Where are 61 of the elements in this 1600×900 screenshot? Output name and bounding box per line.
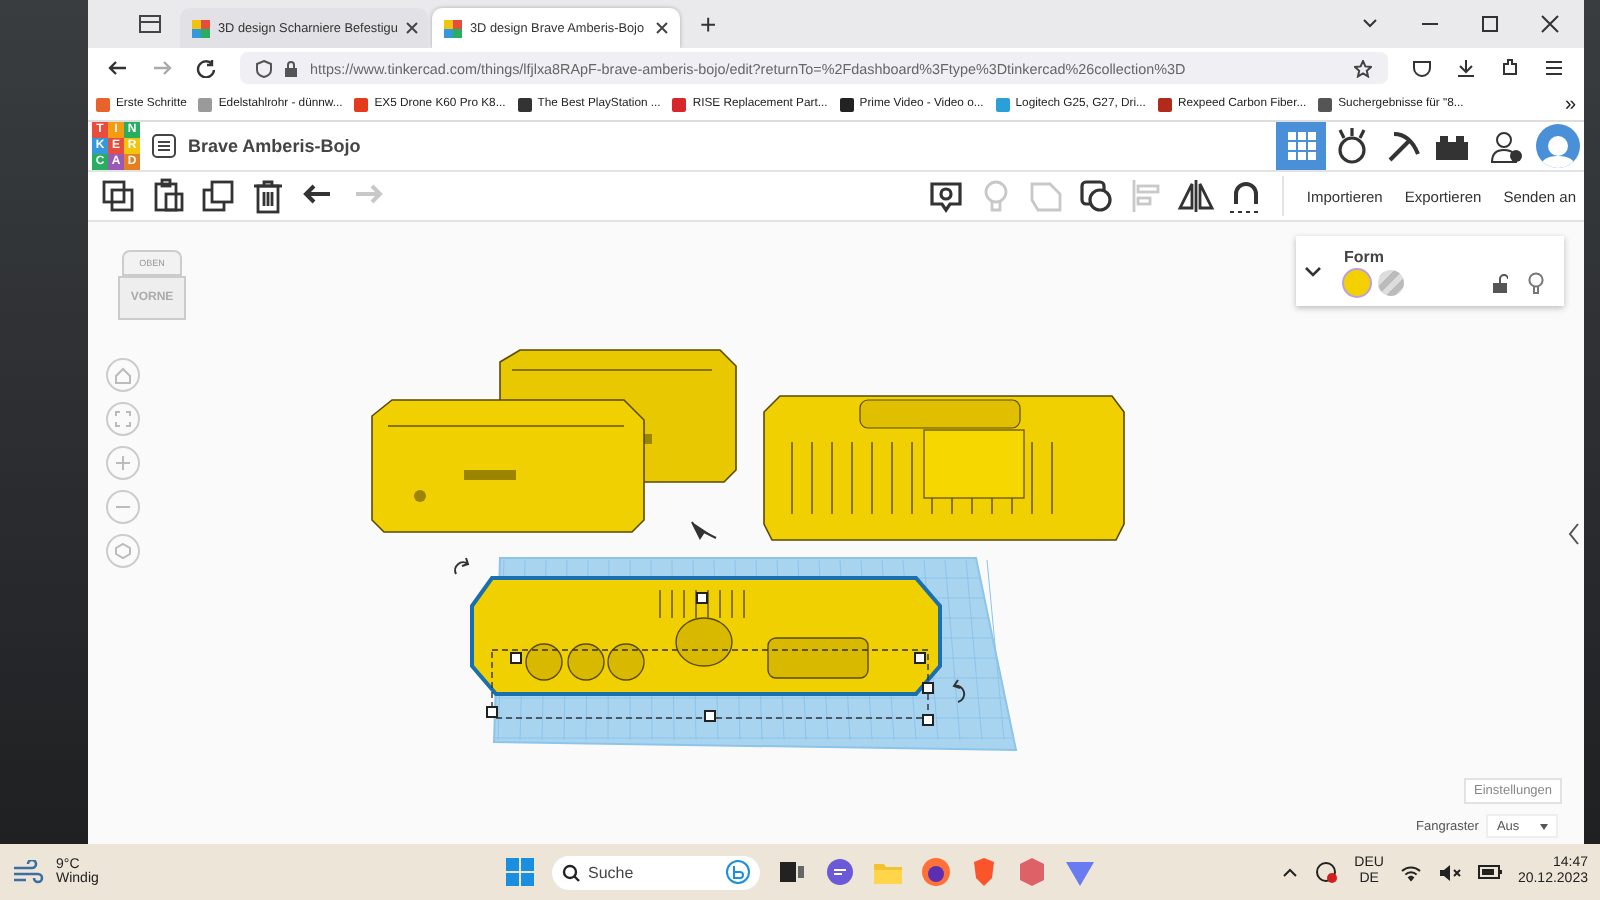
star-icon[interactable] [1354,59,1372,77]
cube-app-icon[interactable] [1016,856,1048,888]
shield-icon [256,59,272,77]
chevron-up-icon[interactable] [1282,866,1299,878]
close-tab-icon[interactable] [405,22,418,34]
copy-icon [98,176,138,216]
mirror-button[interactable] [1174,174,1219,218]
sync-icon[interactable] [1314,860,1339,884]
triangle-app-icon[interactable] [1064,856,1096,888]
menu-icon[interactable] [1544,58,1564,78]
panel-title: Form [1344,247,1386,265]
avatar-icon[interactable] [1536,124,1580,168]
plus-icon [114,454,132,472]
firefox-icon[interactable] [920,856,952,888]
windows-start-icon[interactable] [504,856,536,888]
taskbar-search-field[interactable]: Suche [552,855,760,889]
resize-handle[interactable] [696,592,708,604]
resize-handle[interactable] [486,706,498,718]
download-icon[interactable] [1456,58,1476,78]
maximize-icon[interactable] [1480,14,1500,34]
fit-corners-icon [114,410,132,428]
resize-handle[interactable] [914,652,926,664]
close-icon[interactable] [1540,14,1560,34]
battery-icon[interactable] [1477,864,1502,880]
wind-icon[interactable] [12,860,44,884]
brave-icon[interactable] [968,856,1000,888]
delete-icon [248,176,288,216]
dropdown-caret-icon [1540,823,1549,829]
padlock-icon[interactable] [1492,274,1508,294]
lock-icon [284,59,298,77]
reload-icon[interactable] [196,58,216,78]
wifi-icon[interactable] [1399,863,1422,881]
resize-handle[interactable] [510,652,522,664]
collapse-chevron-icon[interactable] [1304,265,1322,277]
bulb-icon[interactable] [1528,272,1544,294]
muted-speaker-icon[interactable] [1437,863,1462,881]
resize-handle[interactable] [922,682,934,694]
more-bookmarks-button[interactable]: » [1564,93,1576,115]
pocket-icon[interactable] [1412,58,1432,78]
new-tab-button[interactable]: + [684,8,733,40]
note-icon [926,176,967,216]
selected-dashboard-drawing[interactable] [470,576,942,696]
project-title[interactable]: Brave Amberis-Bojo [188,136,361,156]
add-user-icon[interactable] [1488,128,1524,164]
resize-handle[interactable] [922,714,934,726]
cube-icon [114,542,132,560]
extensions-icon[interactable] [1500,58,1520,78]
mirror-icon [1176,176,1217,216]
task-view-icon[interactable] [776,856,808,888]
chat-icon[interactable] [824,856,856,888]
rotate-handle-icon[interactable] [953,679,966,703]
close-tab-icon[interactable] [656,22,668,34]
hole-color-swatch[interactable] [1378,269,1404,295]
home-icon [114,366,132,384]
resize-handle[interactable] [704,710,716,722]
design-list-icon[interactable] [152,134,176,158]
bing-icon[interactable] [726,860,750,884]
rotate-handle-icon[interactable] [454,557,469,575]
solid-color-swatch[interactable] [1344,269,1370,295]
back-arrow-icon[interactable] [108,58,128,78]
search-icon [562,863,580,881]
